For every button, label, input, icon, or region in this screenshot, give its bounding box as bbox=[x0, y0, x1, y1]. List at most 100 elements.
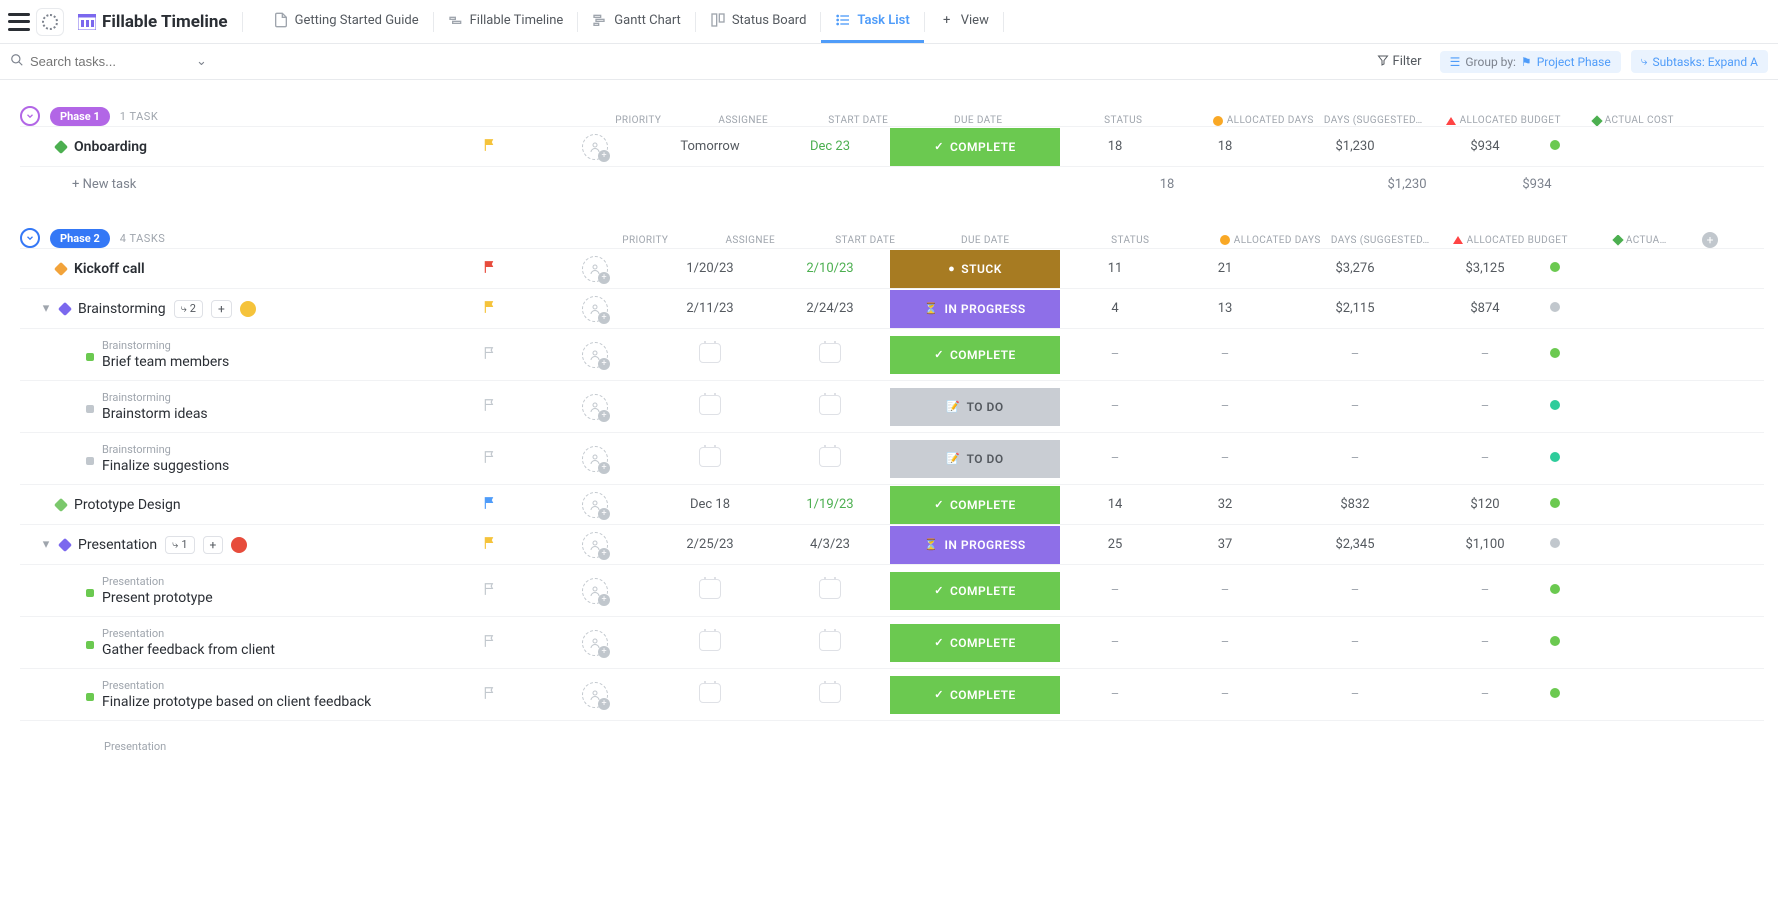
add-column-button[interactable]: + bbox=[1695, 232, 1725, 248]
priority-cell[interactable] bbox=[440, 344, 540, 366]
start-date-cell[interactable]: 1/20/23 bbox=[650, 261, 770, 276]
col-days-suggested[interactable]: DAYS (SUGGESTED… bbox=[1318, 115, 1428, 126]
add-view-button[interactable]: +View bbox=[925, 0, 1003, 43]
start-date-cell[interactable] bbox=[650, 683, 770, 707]
status-cell[interactable]: ⏳IN PROGRESS bbox=[890, 526, 1060, 564]
actual-cost-cell[interactable]: $934 bbox=[1430, 139, 1540, 154]
col-start-date[interactable]: START DATE bbox=[805, 235, 925, 246]
due-date-cell[interactable] bbox=[770, 447, 890, 471]
subtask-count-badge[interactable]: ⤷1 bbox=[165, 536, 194, 554]
task-name-cell[interactable]: Brainstorming Finalize suggestions bbox=[20, 435, 440, 482]
suggested-days-cell[interactable]: 18 bbox=[1170, 139, 1280, 154]
suggested-days-cell[interactable]: – bbox=[1170, 399, 1280, 414]
status-cell[interactable]: 📝TO DO bbox=[890, 440, 1060, 478]
allocated-days-cell[interactable]: – bbox=[1060, 583, 1170, 598]
actual-cost-cell[interactable]: $120 bbox=[1430, 497, 1540, 512]
search-input[interactable] bbox=[30, 54, 190, 69]
col-actual-cost[interactable]: ACTUA… bbox=[1585, 235, 1695, 246]
task-name-cell[interactable]: Prototype Design bbox=[20, 497, 440, 513]
status-cell[interactable]: ✓COMPLETE bbox=[890, 336, 1060, 374]
allocated-days-cell[interactable]: 18 bbox=[1060, 139, 1170, 154]
view-tab[interactable]: Fillable Timeline bbox=[434, 0, 578, 43]
allocated-budget-cell[interactable]: $1,230 bbox=[1280, 139, 1430, 154]
collapse-toggle[interactable] bbox=[20, 106, 40, 126]
task-row[interactable]: Presentation Gather feedback from client… bbox=[20, 616, 1764, 668]
start-date-cell[interactable] bbox=[650, 447, 770, 471]
phase-badge[interactable]: Phase 2 bbox=[50, 229, 110, 248]
allocated-budget-cell[interactable]: – bbox=[1280, 399, 1430, 414]
allocated-days-cell[interactable]: 14 bbox=[1060, 497, 1170, 512]
task-name-cell[interactable]: Kickoff call bbox=[20, 261, 440, 277]
suggested-days-cell[interactable]: 21 bbox=[1170, 261, 1280, 276]
task-name-cell[interactable]: ▾ Presentation ⤷1+ bbox=[20, 536, 440, 554]
suggested-days-cell[interactable]: 37 bbox=[1170, 537, 1280, 552]
col-priority[interactable]: PRIORITY bbox=[595, 235, 695, 246]
status-cell[interactable]: ✓COMPLETE bbox=[890, 128, 1060, 166]
col-assignee[interactable]: ASSIGNEE bbox=[688, 115, 798, 126]
task-name-cell[interactable]: Brainstorming Brainstorm ideas bbox=[20, 383, 440, 430]
col-status[interactable]: STATUS bbox=[1038, 115, 1208, 126]
phase-badge[interactable]: Phase 1 bbox=[50, 107, 110, 126]
due-date-cell[interactable] bbox=[770, 631, 890, 655]
priority-cell[interactable] bbox=[440, 136, 540, 158]
view-tab[interactable]: Getting Started Guide bbox=[259, 0, 433, 43]
assignee-cell[interactable]: + bbox=[540, 492, 650, 518]
allocated-budget-cell[interactable]: – bbox=[1280, 347, 1430, 362]
task-name-cell[interactable]: ▾ Brainstorming ⤷2+ bbox=[20, 300, 440, 318]
suggested-days-cell[interactable]: 32 bbox=[1170, 497, 1280, 512]
view-tab[interactable]: Status Board bbox=[696, 0, 821, 43]
suggested-days-cell[interactable]: 13 bbox=[1170, 301, 1280, 316]
suggested-days-cell[interactable]: – bbox=[1170, 583, 1280, 598]
collapse-toggle[interactable] bbox=[20, 228, 40, 248]
start-date-cell[interactable]: 2/11/23 bbox=[650, 301, 770, 316]
chevron-down-icon[interactable]: ⌄ bbox=[196, 54, 207, 69]
subtasks-chip[interactable]: ⤷ Subtasks: Expand A bbox=[1631, 50, 1768, 73]
group-by-chip[interactable]: ☰ Group by: ⚑ Project Phase bbox=[1440, 51, 1621, 73]
priority-cell[interactable] bbox=[440, 396, 540, 418]
assignee-cell[interactable]: + bbox=[540, 578, 650, 604]
start-date-cell[interactable] bbox=[650, 395, 770, 419]
actual-cost-cell[interactable]: – bbox=[1430, 347, 1540, 362]
col-allocated-budget[interactable]: ALLOCATED BUDGET bbox=[1428, 115, 1578, 126]
priority-cell[interactable] bbox=[440, 258, 540, 280]
actual-cost-cell[interactable]: – bbox=[1430, 451, 1540, 466]
assignee-cell[interactable]: + bbox=[540, 256, 650, 282]
priority-cell[interactable] bbox=[440, 534, 540, 556]
col-priority[interactable]: PRIORITY bbox=[588, 115, 688, 126]
col-assignee[interactable]: ASSIGNEE bbox=[695, 235, 805, 246]
due-date-cell[interactable] bbox=[770, 579, 890, 603]
task-row[interactable]: ▾ Brainstorming ⤷2+ + 2/11/23 2/24/23 ⏳I… bbox=[20, 288, 1764, 328]
status-cell[interactable]: ●STUCK bbox=[890, 250, 1060, 288]
assignee-cell[interactable]: + bbox=[540, 532, 650, 558]
allocated-days-cell[interactable]: 4 bbox=[1060, 301, 1170, 316]
actual-cost-cell[interactable]: $874 bbox=[1430, 301, 1540, 316]
due-date-cell[interactable]: 4/3/23 bbox=[770, 537, 890, 552]
task-row[interactable]: Brainstorming Brainstorm ideas + 📝TO DO … bbox=[20, 380, 1764, 432]
status-cell[interactable]: ✓COMPLETE bbox=[890, 624, 1060, 662]
allocated-days-cell[interactable]: – bbox=[1060, 451, 1170, 466]
allocated-budget-cell[interactable]: $832 bbox=[1280, 497, 1430, 512]
status-cell[interactable]: ⏳IN PROGRESS bbox=[890, 290, 1060, 328]
assignee-cell[interactable]: + bbox=[540, 630, 650, 656]
start-date-cell[interactable]: Tomorrow bbox=[650, 139, 770, 154]
allocated-days-cell[interactable]: 25 bbox=[1060, 537, 1170, 552]
allocated-budget-cell[interactable]: – bbox=[1280, 583, 1430, 598]
start-date-cell[interactable] bbox=[650, 579, 770, 603]
assignee-cell[interactable]: + bbox=[540, 296, 650, 322]
suggested-days-cell[interactable]: – bbox=[1170, 347, 1280, 362]
due-date-cell[interactable]: 2/24/23 bbox=[770, 301, 890, 316]
col-allocated-budget[interactable]: ALLOCATED BUDGET bbox=[1435, 235, 1585, 246]
task-row[interactable]: Presentation Present prototype + ✓COMPLE… bbox=[20, 564, 1764, 616]
actual-cost-cell[interactable]: $1,100 bbox=[1430, 537, 1540, 552]
status-cell[interactable]: ✓COMPLETE bbox=[890, 676, 1060, 714]
task-name-cell[interactable]: Presentation Present prototype bbox=[20, 567, 440, 614]
status-cell[interactable]: ✓COMPLETE bbox=[890, 572, 1060, 610]
col-start-date[interactable]: START DATE bbox=[798, 115, 918, 126]
view-tab[interactable]: Task List bbox=[821, 0, 923, 43]
assignee-cell[interactable]: + bbox=[540, 342, 650, 368]
task-name-cell[interactable]: Presentation Finalize prototype based on… bbox=[20, 671, 440, 718]
actual-cost-cell[interactable]: – bbox=[1430, 399, 1540, 414]
due-date-cell[interactable]: Dec 23 bbox=[770, 139, 890, 154]
allocated-budget-cell[interactable]: $3,276 bbox=[1280, 261, 1430, 276]
actual-cost-cell[interactable]: – bbox=[1430, 635, 1540, 650]
